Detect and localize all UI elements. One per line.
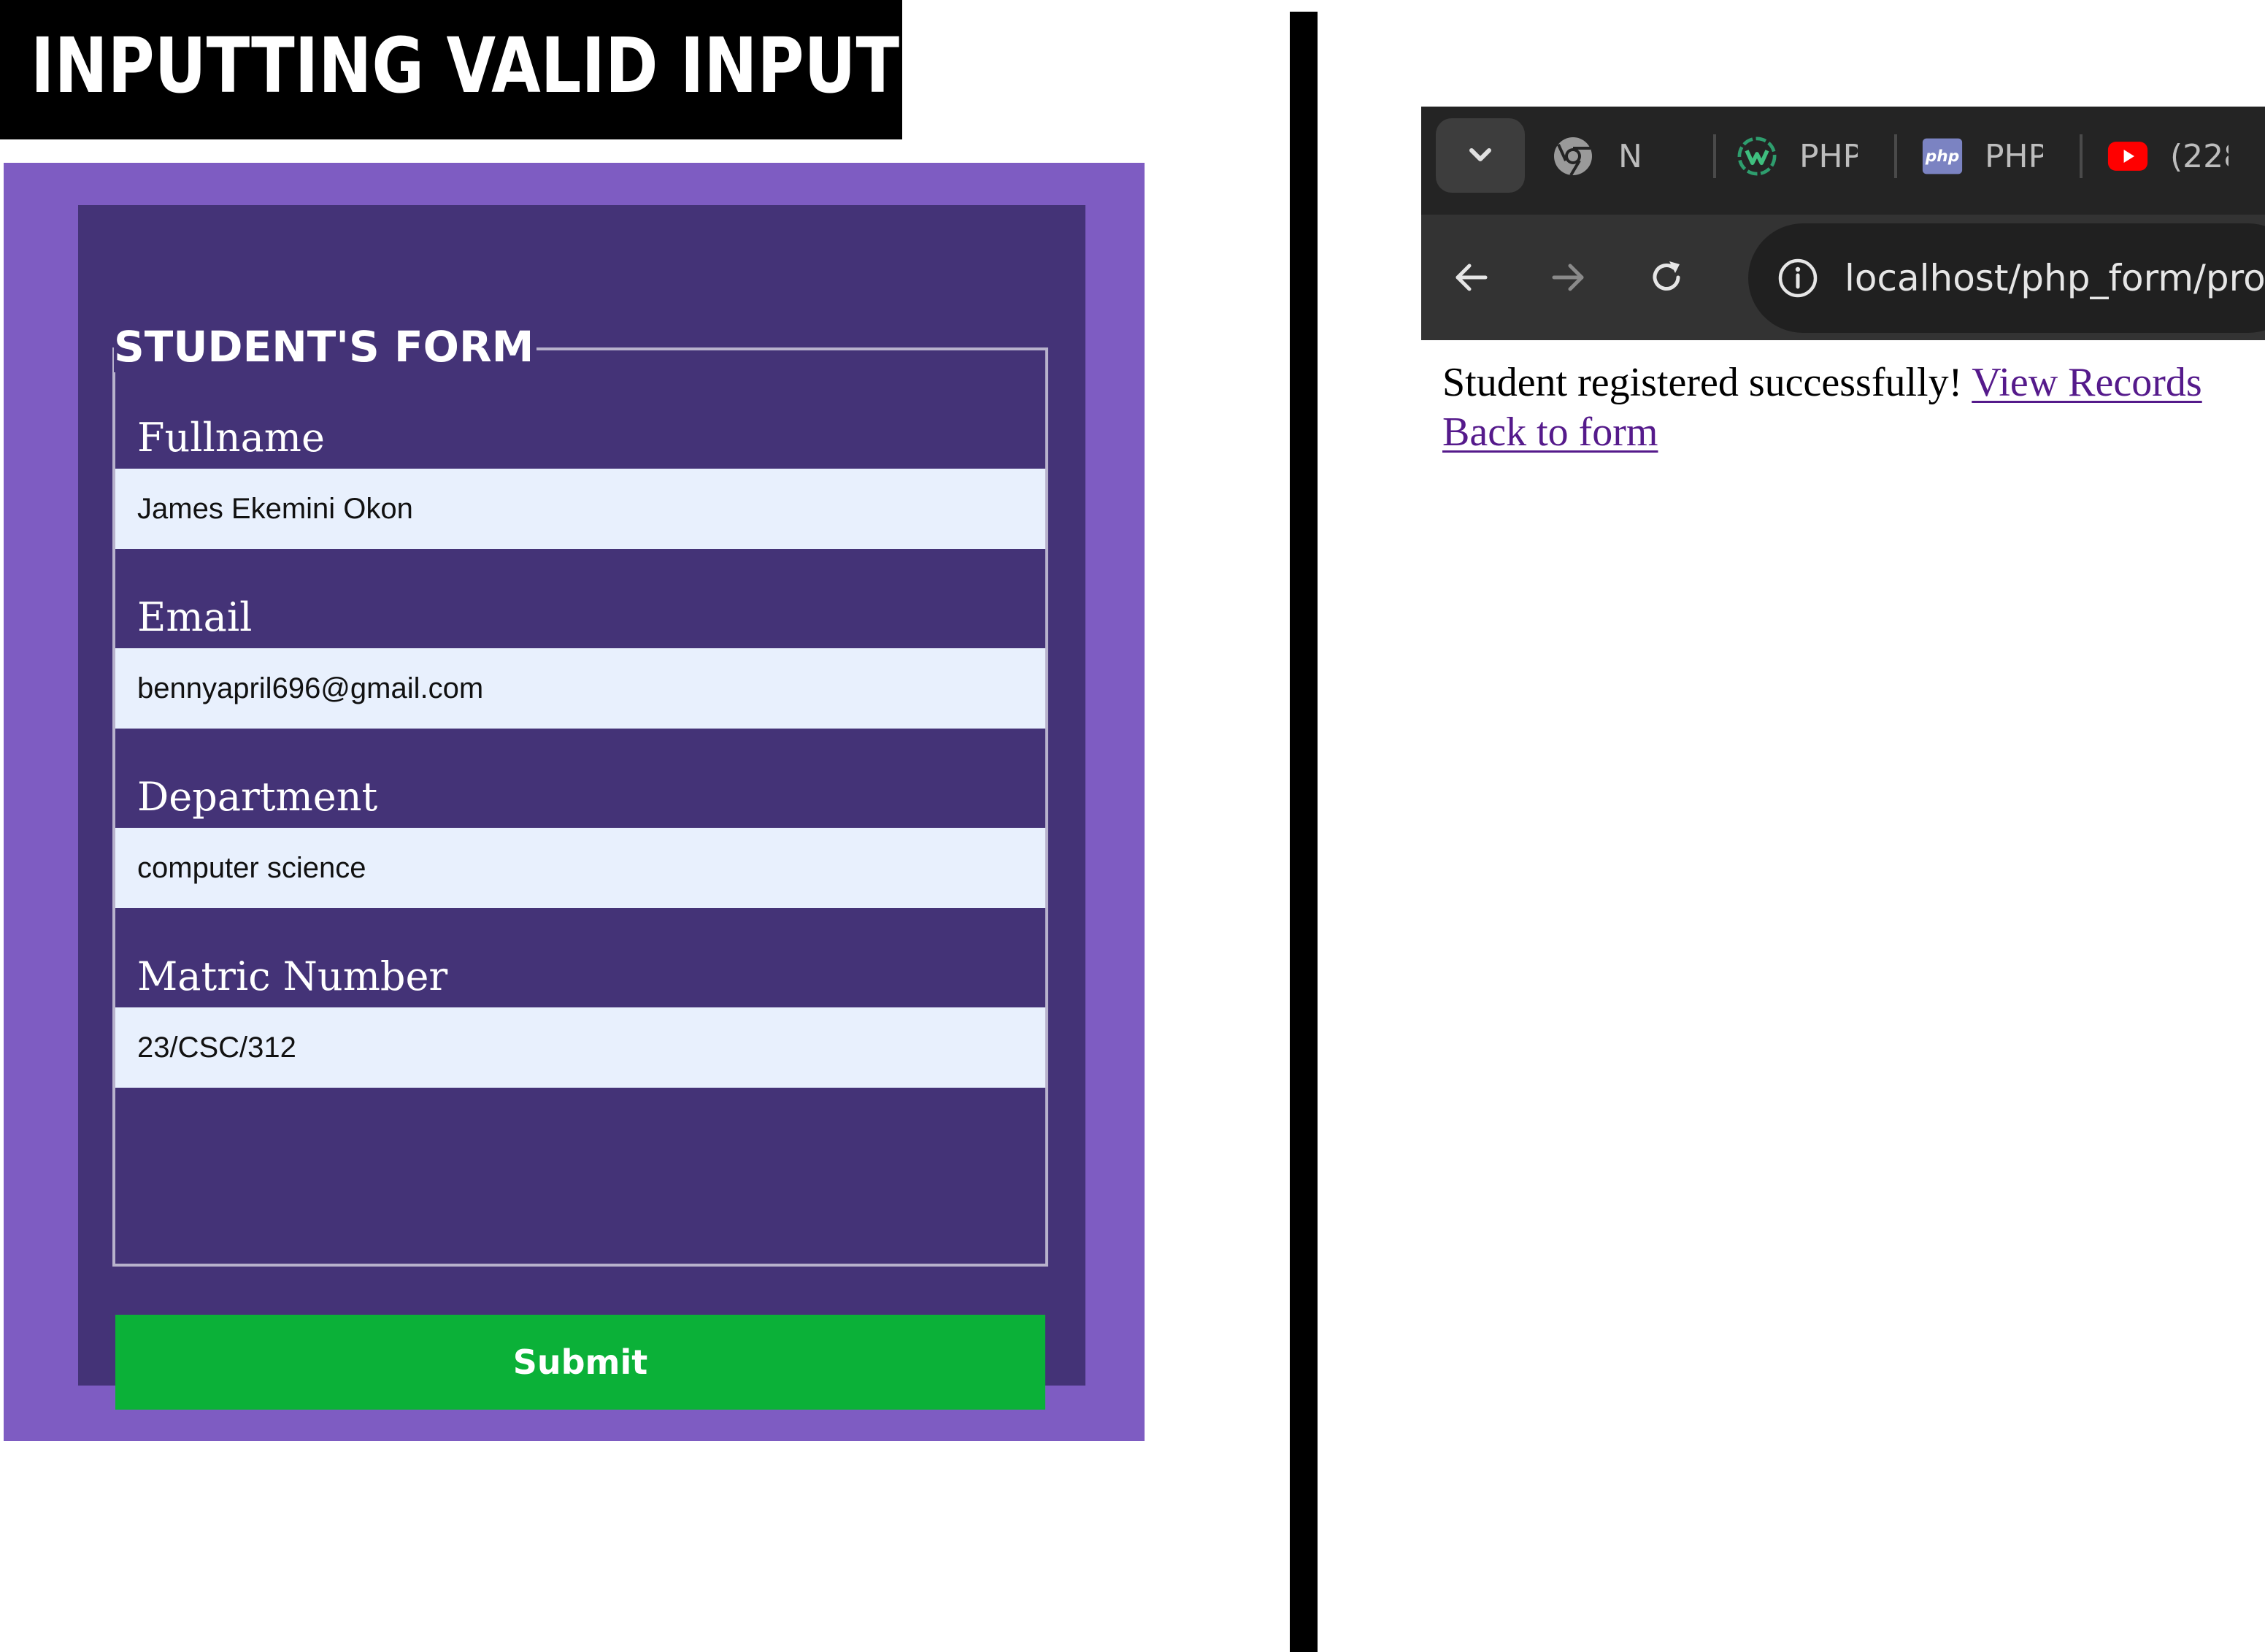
fullname-input[interactable] <box>115 469 1045 549</box>
youtube-icon <box>2107 136 2148 177</box>
url-text: localhost/php_form/proc <box>1845 257 2265 299</box>
tab-separator <box>2080 134 2083 178</box>
tab-title: PHP <box>1985 137 2043 175</box>
php-icon: php <box>1922 136 1963 177</box>
result-content: Student registered successfully! View Re… <box>1442 358 2265 457</box>
email-label: Email <box>137 594 253 640</box>
chevron-down-icon <box>1469 148 1491 161</box>
tab-php-1[interactable]: PHP <box>1737 127 1912 185</box>
view-records-link[interactable]: View Records <box>1972 360 2201 405</box>
tab-title: (228 <box>2170 137 2229 175</box>
submit-button[interactable]: Submit <box>115 1315 1045 1410</box>
tab-new[interactable]: New <box>1553 127 1640 185</box>
arrow-right-icon <box>1552 264 1584 291</box>
form-container: STUDENT'S FORM Fullname Email Department… <box>78 205 1085 1410</box>
department-label: Department <box>137 774 378 820</box>
address-bar[interactable]: localhost/php_form/proc <box>1748 223 2265 333</box>
department-input[interactable] <box>115 828 1045 908</box>
arrow-left-icon <box>1455 264 1488 291</box>
tab-youtube[interactable]: (228 <box>2107 127 2265 185</box>
matric-number-input[interactable] <box>115 1007 1045 1088</box>
browser-window: New PHP php PHP <box>1421 107 2265 340</box>
student-form-fieldset: STUDENT'S FORM Fullname Email Department… <box>112 321 1048 1410</box>
reload-icon <box>1653 261 1680 291</box>
tab-separator <box>1713 134 1716 178</box>
info-icon[interactable] <box>1776 256 1820 304</box>
w-logo-icon <box>1737 136 1777 177</box>
back-to-form-link[interactable]: Back to form <box>1442 410 1658 455</box>
fullname-label: Fullname <box>137 415 325 461</box>
svg-text:php: php <box>1925 147 1959 166</box>
title-banner: INPUTTING VALID INPUTS <box>0 0 945 139</box>
tab-title: New <box>1618 137 1640 175</box>
tab-php-2[interactable]: php PHP <box>1922 127 2097 185</box>
browser-toolbar: localhost/php_form/proc <box>1421 215 2265 340</box>
tab-separator <box>1894 134 1897 178</box>
forward-button[interactable] <box>1539 248 1598 307</box>
back-button[interactable] <box>1442 248 1500 307</box>
reload-button[interactable] <box>1637 248 1696 307</box>
form-page-background: STUDENT'S FORM Fullname Email Department… <box>4 163 1145 1441</box>
chrome-icon <box>1553 136 1593 177</box>
tab-title: PHP <box>1799 137 1858 175</box>
form-legend: STUDENT'S FORM <box>114 321 537 372</box>
email-input[interactable] <box>115 648 1045 729</box>
success-message: Student registered successfully! <box>1442 360 1963 405</box>
banner-title: INPUTTING VALID INPUTS <box>31 21 945 110</box>
tab-strip: New PHP php PHP <box>1421 107 2265 215</box>
tab-search-button[interactable] <box>1436 118 1525 193</box>
matric-number-label: Matric Number <box>137 953 448 999</box>
divider <box>1290 12 1318 1652</box>
